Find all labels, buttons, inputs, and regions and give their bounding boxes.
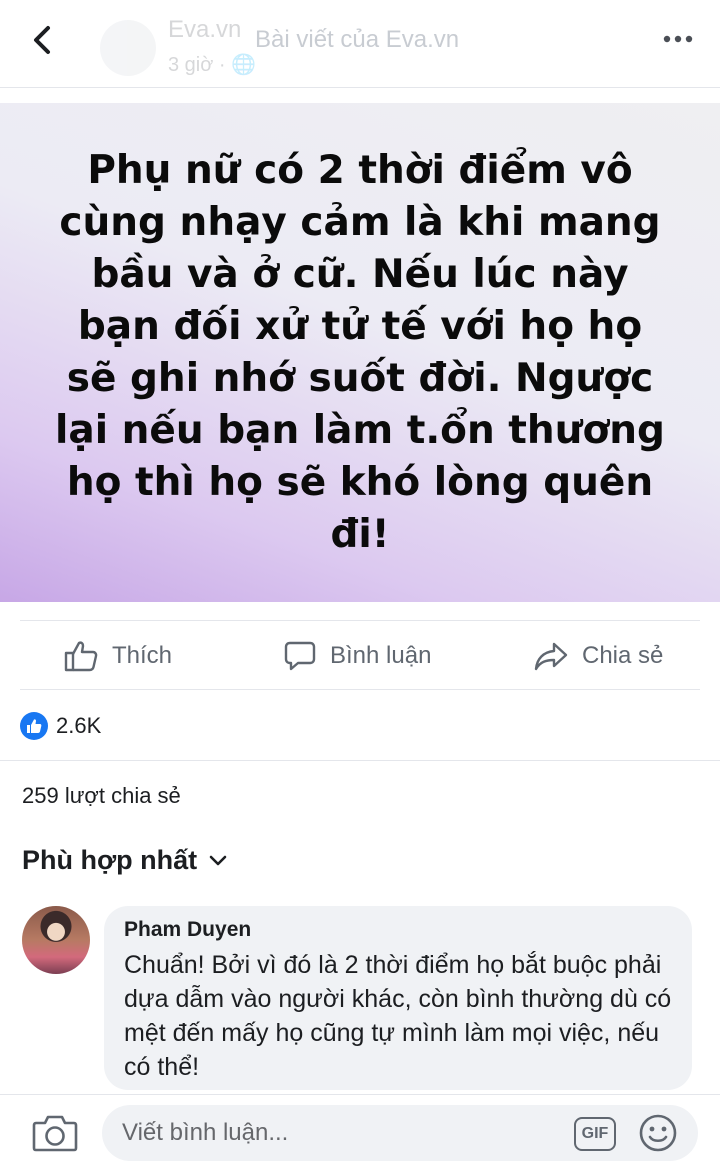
like-reaction-icon (20, 712, 48, 740)
chevron-down-icon (209, 855, 227, 865)
comment-input[interactable] (122, 1105, 562, 1161)
reaction-count: 2.6K (56, 713, 102, 738)
comment-label: Bình luận (330, 642, 432, 669)
like-button[interactable]: Thích (64, 621, 172, 691)
page-name: Eva.vn (168, 16, 242, 43)
share-button[interactable]: Chia sẻ (534, 621, 663, 691)
post-actions-bar: Thích Bình luận Chia sẻ (20, 620, 700, 690)
share-label: Chia sẻ (582, 642, 664, 669)
avatar[interactable] (22, 906, 90, 974)
comment-bubble[interactable]: Pham Duyen Chuẩn! Bởi vì đó là 2 thời đi… (104, 906, 692, 1090)
comment-text: Chuẩn! Bởi vì đó là 2 thời điểm họ bắt b… (124, 951, 672, 1081)
comment-input-container: GIF (102, 1105, 698, 1161)
share-count[interactable]: 259 lượt chia sẻ (22, 783, 181, 809)
more-options-button[interactable] (658, 24, 698, 54)
post-text-banner[interactable]: Phụ nữ có 2 thời điểm vô cùng nhạy cảm l… (0, 103, 720, 602)
thumbs-up-icon (64, 641, 98, 672)
comment-author[interactable]: Pham Duyen (124, 918, 672, 942)
page-title: Bài viết của Eva.vn (255, 26, 460, 53)
post-header: Eva.vn 3 giờ · 🌐 Bài viết của Eva.vn (0, 0, 720, 88)
chevron-left-icon (34, 26, 50, 54)
gif-label: GIF (581, 1125, 609, 1142)
post-meta: 3 giờ · 🌐 (168, 54, 257, 76)
reactions-summary[interactable]: 2.6K (20, 709, 101, 743)
divider (0, 760, 720, 761)
camera-icon (32, 1115, 78, 1152)
camera-button[interactable] (32, 1113, 78, 1153)
banner-text: Phụ nữ có 2 thời điểm vô cùng nhạy cảm l… (55, 147, 665, 557)
emoji-button[interactable] (638, 1113, 678, 1153)
comment-sort-dropdown[interactable]: Phù hợp nhất (22, 845, 227, 876)
page-avatar (100, 20, 156, 76)
gif-button[interactable]: GIF (574, 1117, 616, 1151)
smiley-icon (639, 1114, 677, 1152)
like-label: Thích (112, 642, 173, 669)
sort-label: Phù hợp nhất (22, 845, 198, 875)
comment-composer: GIF (0, 1094, 720, 1166)
more-horizontal-icon (663, 35, 693, 43)
comment-button[interactable]: Bình luận (284, 621, 431, 691)
comment-bubble-icon (284, 641, 316, 671)
share-arrow-icon (534, 642, 568, 671)
back-button[interactable] (22, 20, 62, 60)
